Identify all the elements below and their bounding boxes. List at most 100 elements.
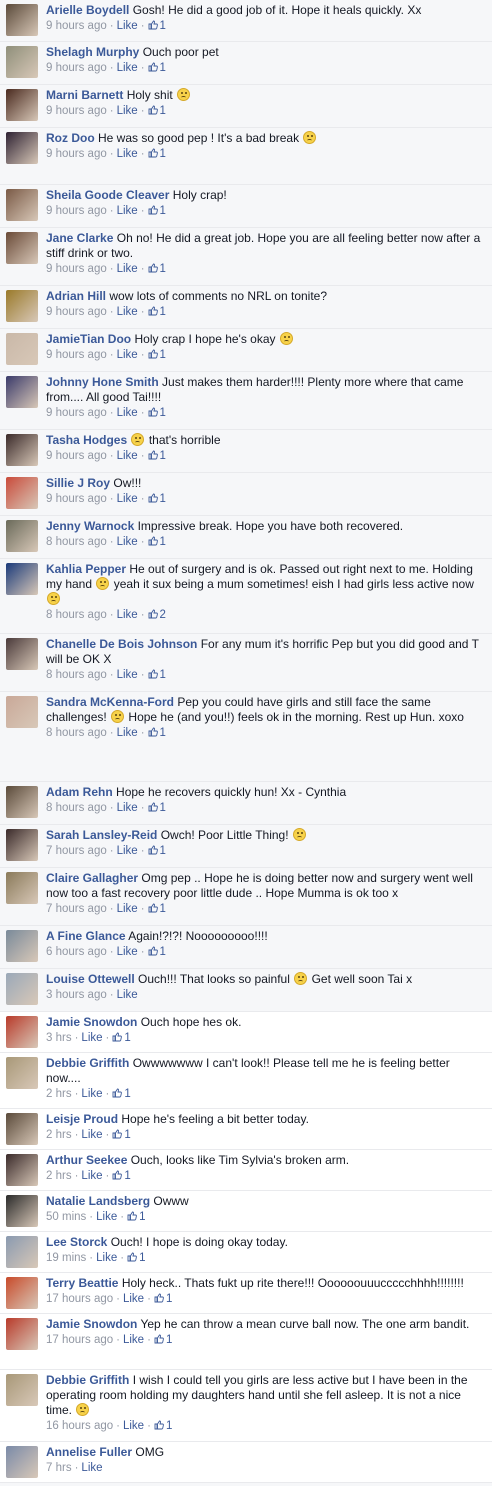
timestamp[interactable]: 9 hours ago	[46, 349, 107, 361]
like-link[interactable]: Like	[117, 802, 138, 814]
timestamp[interactable]: 9 hours ago	[46, 205, 107, 217]
commenter-name[interactable]: Debbie Griffith	[46, 1056, 129, 1070]
timestamp[interactable]: 7 hours ago	[46, 845, 107, 857]
avatar[interactable]	[6, 872, 38, 904]
like-count[interactable]: 1	[148, 536, 166, 548]
like-count[interactable]: 1	[127, 1252, 145, 1264]
commenter-name[interactable]: Shelagh Murphy	[46, 45, 139, 59]
like-count[interactable]: 1	[148, 407, 166, 419]
like-count[interactable]: 1	[148, 306, 166, 318]
commenter-name[interactable]: Sheila Goode Cleaver	[46, 188, 169, 202]
like-count[interactable]: 1	[154, 1293, 172, 1305]
avatar[interactable]	[6, 1318, 38, 1350]
like-link[interactable]: Like	[123, 1334, 144, 1346]
commenter-name[interactable]: Jenny Warnock	[46, 519, 134, 533]
like-link[interactable]: Like	[117, 536, 138, 548]
like-count[interactable]: 1	[148, 802, 166, 814]
timestamp[interactable]: 9 hours ago	[46, 306, 107, 318]
like-link[interactable]: Like	[123, 1293, 144, 1305]
commenter-name[interactable]: Roz Doo	[46, 131, 95, 145]
avatar[interactable]	[6, 89, 38, 121]
avatar[interactable]	[6, 786, 38, 818]
commenter-name[interactable]: Annelise Fuller	[46, 1445, 132, 1459]
avatar[interactable]	[6, 1154, 38, 1186]
avatar[interactable]	[6, 563, 38, 595]
like-link[interactable]: Like	[81, 1170, 102, 1182]
timestamp[interactable]: 9 hours ago	[46, 493, 107, 505]
timestamp[interactable]: 17 hours ago	[46, 1293, 113, 1305]
timestamp[interactable]: 9 hours ago	[46, 20, 107, 32]
avatar[interactable]	[6, 520, 38, 552]
timestamp[interactable]: 2 hrs	[46, 1170, 72, 1182]
like-link[interactable]: Like	[117, 306, 138, 318]
like-link[interactable]: Like	[117, 669, 138, 681]
commenter-name[interactable]: Jamie Snowdon	[46, 1015, 137, 1029]
commenter-name[interactable]: Adam Rehn	[46, 785, 113, 799]
avatar[interactable]	[6, 930, 38, 962]
like-count[interactable]: 1	[112, 1088, 131, 1100]
like-count[interactable]: 1	[127, 1211, 145, 1223]
like-link[interactable]: Like	[117, 609, 138, 621]
avatar[interactable]	[6, 4, 38, 36]
like-count[interactable]: 1	[148, 105, 166, 117]
like-link[interactable]: Like	[123, 1420, 144, 1432]
timestamp[interactable]: 16 hours ago	[46, 1420, 113, 1432]
like-link[interactable]: Like	[81, 1462, 102, 1474]
avatar[interactable]	[6, 434, 38, 466]
avatar[interactable]	[6, 46, 38, 78]
like-count[interactable]: 1	[148, 669, 166, 681]
commenter-name[interactable]: Sandra McKenna-Ford	[46, 695, 174, 709]
like-link[interactable]: Like	[96, 1211, 117, 1223]
timestamp[interactable]: 8 hours ago	[46, 727, 107, 739]
like-count[interactable]: 1	[154, 1420, 172, 1432]
like-link[interactable]: Like	[117, 450, 138, 462]
avatar[interactable]	[6, 1016, 38, 1048]
like-link[interactable]: Like	[117, 407, 138, 419]
avatar[interactable]	[6, 189, 38, 221]
commenter-name[interactable]: Natalie Landsberg	[46, 1194, 150, 1208]
commenter-name[interactable]: Debbie Griffith	[46, 1373, 129, 1387]
commenter-name[interactable]: Arthur Seekee	[46, 1153, 127, 1167]
like-link[interactable]: Like	[117, 903, 138, 915]
avatar[interactable]	[6, 1446, 38, 1478]
timestamp[interactable]: 9 hours ago	[46, 263, 107, 275]
commenter-name[interactable]: Sarah Lansley-Reid	[46, 828, 157, 842]
like-link[interactable]: Like	[117, 989, 138, 1001]
timestamp[interactable]: 2 hrs	[46, 1088, 72, 1100]
timestamp[interactable]: 6 hours ago	[46, 946, 107, 958]
timestamp[interactable]: 9 hours ago	[46, 148, 107, 160]
commenter-name[interactable]: Jane Clarke	[46, 231, 113, 245]
commenter-name[interactable]: Terry Beattie	[46, 1276, 118, 1290]
timestamp[interactable]: 17 hours ago	[46, 1334, 113, 1346]
avatar[interactable]	[6, 829, 38, 861]
commenter-name[interactable]: JamieTian Doo	[46, 332, 131, 346]
like-link[interactable]: Like	[117, 148, 138, 160]
avatar[interactable]	[6, 638, 38, 670]
commenter-name[interactable]: Louise Ottewell	[46, 972, 135, 986]
like-count[interactable]: 1	[148, 148, 166, 160]
timestamp[interactable]: 8 hours ago	[46, 536, 107, 548]
avatar[interactable]	[6, 1374, 38, 1406]
like-link[interactable]: Like	[117, 946, 138, 958]
commenter-name[interactable]: Arielle Boydell	[46, 3, 129, 17]
like-link[interactable]: Like	[96, 1252, 117, 1264]
like-count[interactable]: 1	[148, 493, 166, 505]
commenter-name[interactable]: Lee Storck	[46, 1235, 107, 1249]
like-count[interactable]: 1	[112, 1129, 131, 1141]
commenter-name[interactable]: A Fine Glance	[46, 929, 126, 943]
like-link[interactable]: Like	[117, 20, 138, 32]
commenter-name[interactable]: Kahlia Pepper	[46, 562, 126, 576]
timestamp[interactable]: 50 mins	[46, 1211, 86, 1223]
commenter-name[interactable]: Leisje Proud	[46, 1112, 118, 1126]
commenter-name[interactable]: Jamie Snowdon	[46, 1317, 137, 1331]
timestamp[interactable]: 7 hours ago	[46, 903, 107, 915]
like-link[interactable]: Like	[117, 349, 138, 361]
commenter-name[interactable]: Claire Gallagher	[46, 871, 138, 885]
like-link[interactable]: Like	[117, 62, 138, 74]
commenter-name[interactable]: Tasha Hodges	[46, 433, 127, 447]
like-count[interactable]: 1	[148, 62, 166, 74]
timestamp[interactable]: 3 hours ago	[46, 989, 107, 1001]
timestamp[interactable]: 7 hrs	[46, 1462, 72, 1474]
like-link[interactable]: Like	[117, 105, 138, 117]
like-link[interactable]: Like	[81, 1129, 102, 1141]
